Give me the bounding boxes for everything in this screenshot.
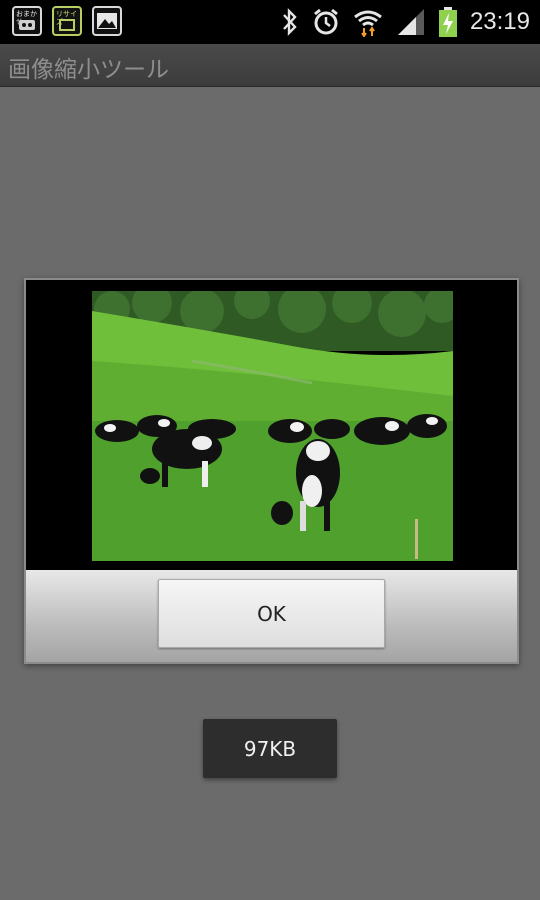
app-title-bar: 画像縮小ツール	[0, 44, 540, 87]
battery-charging-icon	[438, 7, 457, 37]
preview-image	[92, 291, 453, 561]
notification-icons: おまかせ リサイズ	[12, 6, 122, 36]
signal-icon	[397, 9, 424, 35]
image-preview-dialog: OK	[24, 278, 519, 664]
wifi-icon	[354, 10, 382, 37]
alarm-icon	[314, 8, 338, 35]
bluetooth-icon	[283, 8, 297, 36]
status-clock: 23:19	[469, 8, 530, 35]
dialog-button-bar: OK	[26, 570, 517, 662]
image-icon	[92, 6, 122, 36]
system-icons: 23:19	[280, 4, 530, 40]
app-notification-icon: おまかせ	[12, 6, 42, 36]
file-size-toast: 97KB	[203, 719, 337, 778]
app-notification-icon-green: リサイズ	[52, 6, 82, 36]
ok-button[interactable]: OK	[158, 579, 385, 648]
status-bar: おまかせ リサイズ	[0, 0, 540, 44]
page-title: 画像縮小ツール	[8, 57, 169, 83]
